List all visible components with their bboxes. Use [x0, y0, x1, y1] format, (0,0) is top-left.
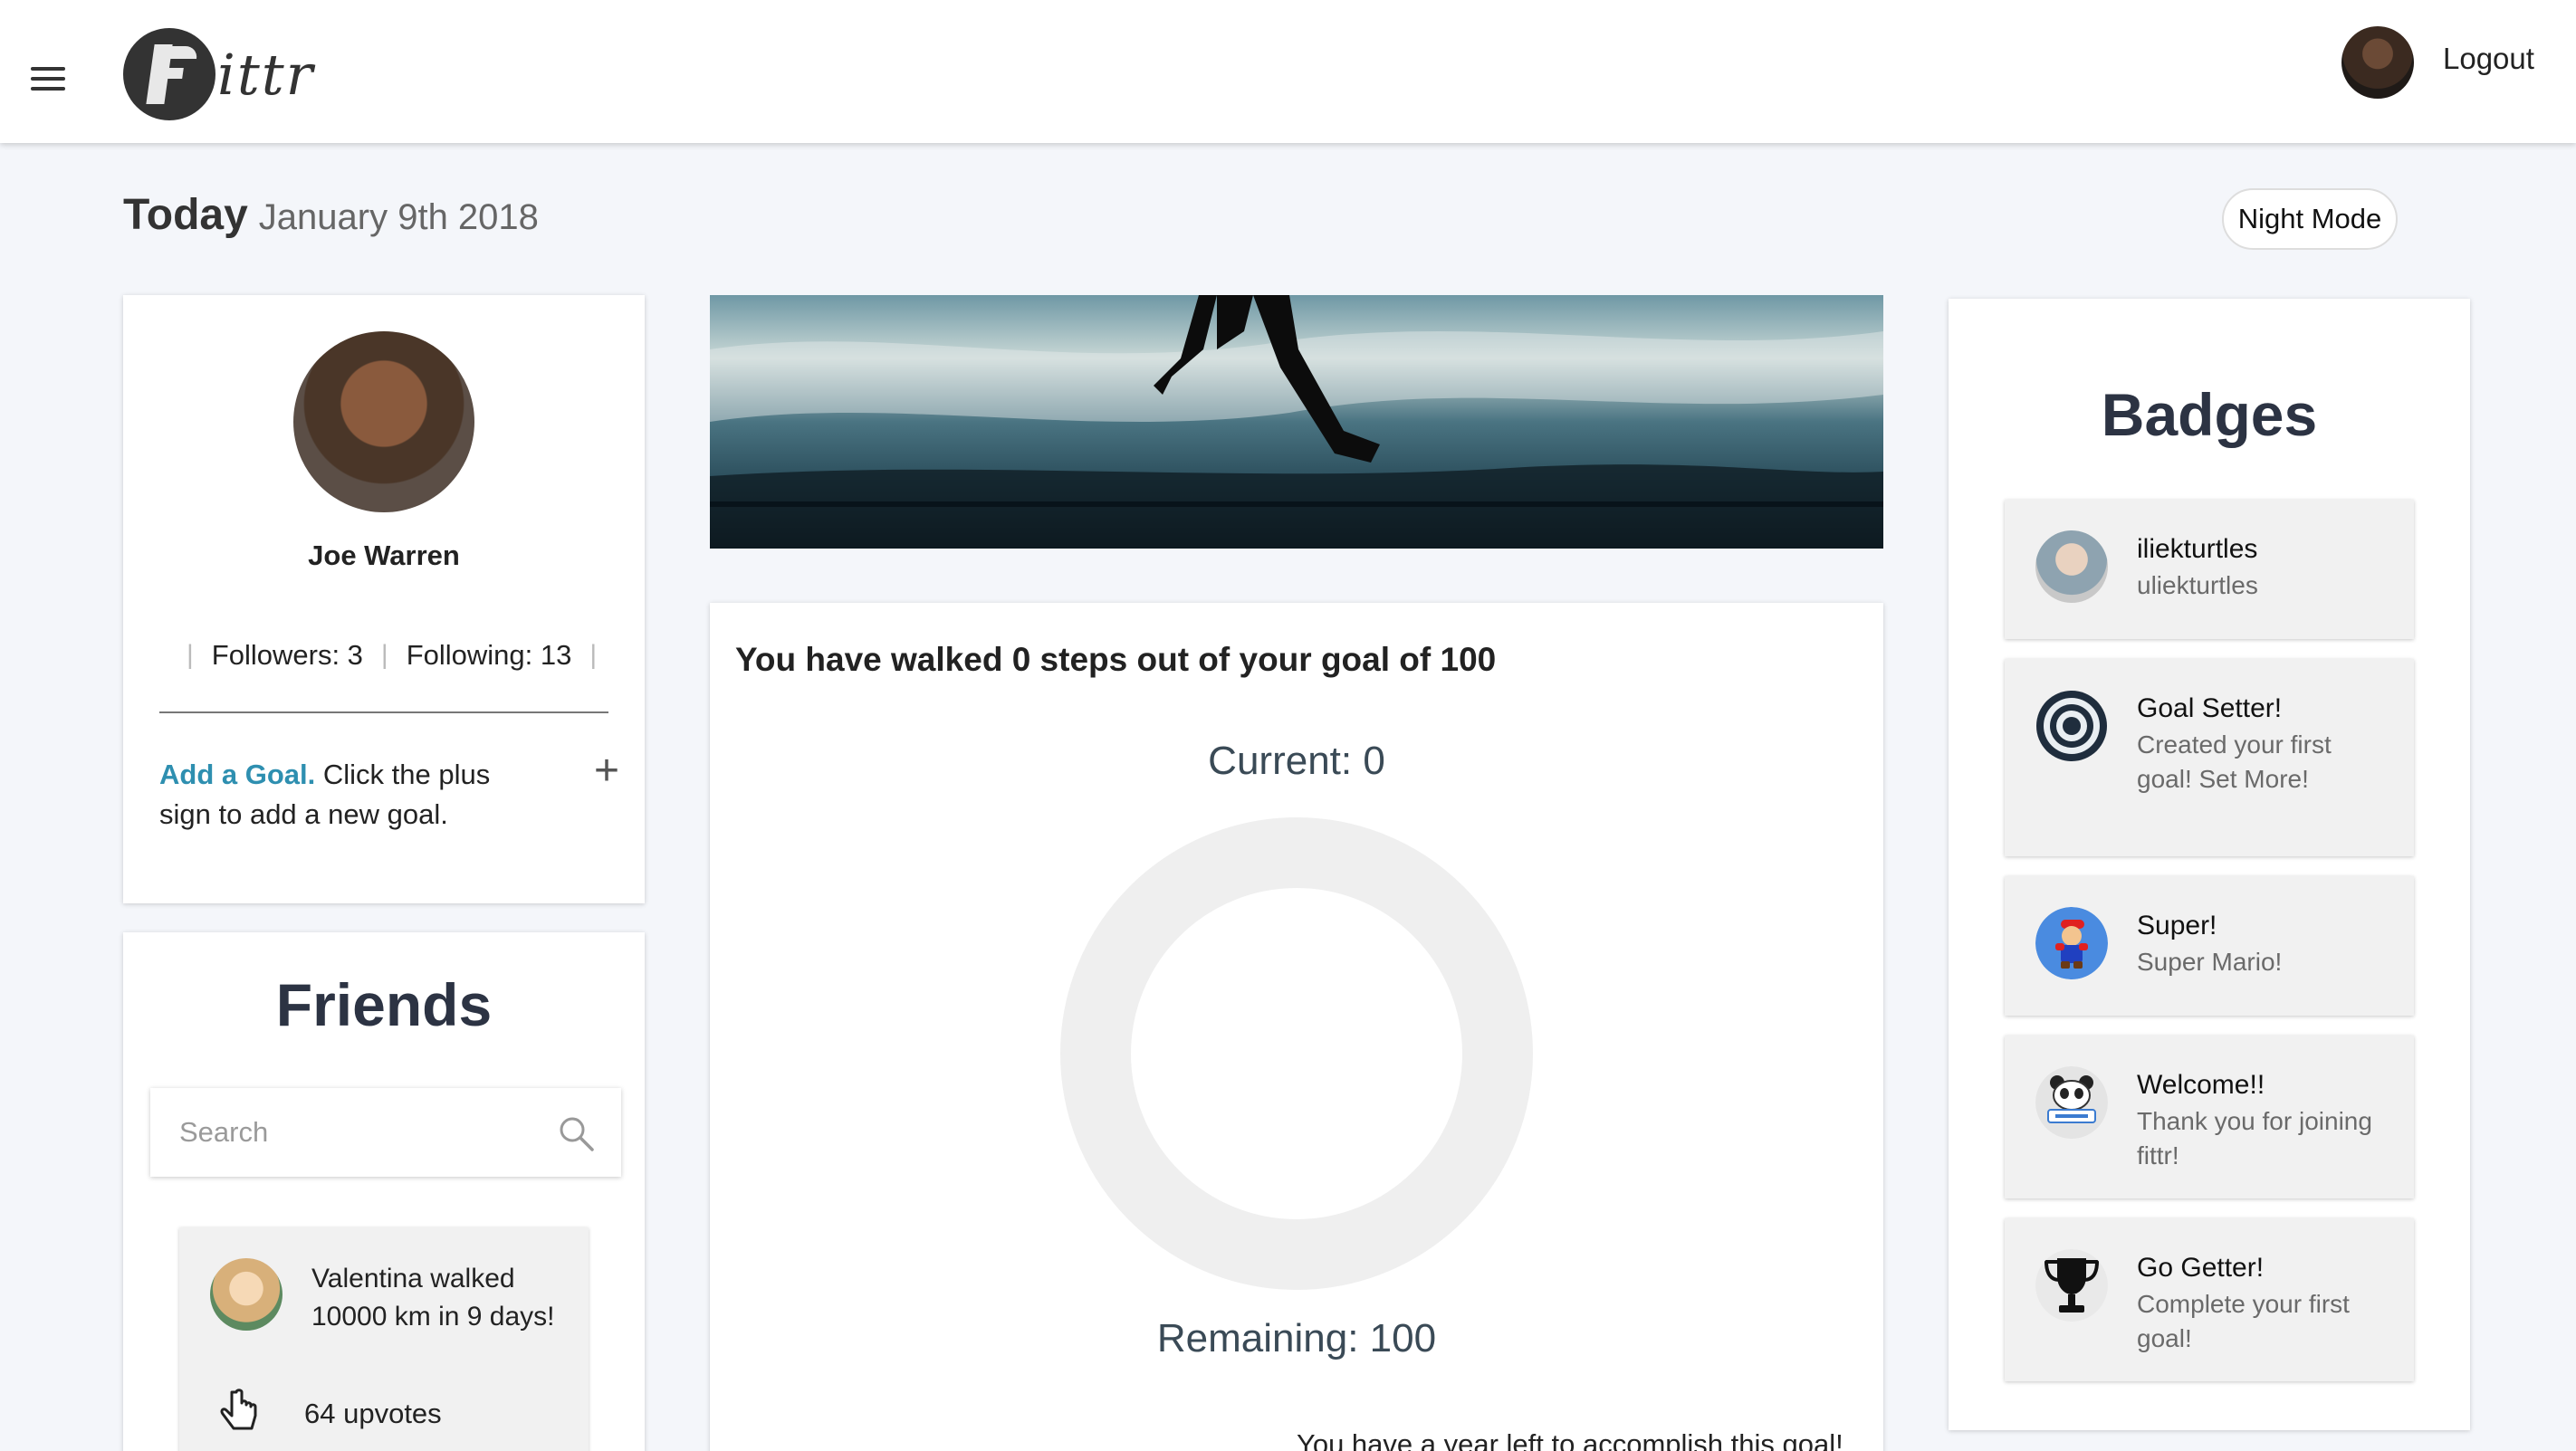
- panda-welcome-icon: [2035, 1066, 2108, 1139]
- donut-track: [1060, 817, 1533, 1290]
- badge-title: Super!: [2137, 911, 2217, 940]
- add-goal-link[interactable]: Add a Goal.: [159, 759, 315, 790]
- badges-card: Badges iliekturtles uliekturtles Goal Se…: [1949, 299, 2470, 1430]
- profile-avatar: [293, 331, 474, 512]
- logo-text: ittr: [217, 41, 315, 108]
- upvote-count: 64 upvotes: [304, 1398, 442, 1429]
- profile-name: Joe Warren: [308, 539, 460, 571]
- divider: [159, 711, 608, 713]
- runner-silhouette: [710, 295, 1883, 549]
- logo-f-icon: [123, 28, 215, 120]
- remaining-steps-label: Remaining: 100: [1156, 1316, 1437, 1360]
- friends-search-box: [150, 1088, 621, 1177]
- badge-title: Goal Setter!: [2137, 693, 2283, 723]
- friends-search-input[interactable]: [150, 1088, 549, 1177]
- badge-item[interactable]: iliekturtles uliekturtles: [2005, 500, 2414, 639]
- today-label: Today: [123, 191, 248, 239]
- friend-activity-text: Valentina walked 10000 km in 9 days!: [311, 1264, 555, 1332]
- night-mode-button[interactable]: Night Mode: [2222, 188, 2398, 250]
- profile-card: Joe Warren | Followers: 3 | Following: 1…: [123, 295, 645, 903]
- badge-title: Welcome!!: [2137, 1070, 2265, 1100]
- hamburger-menu-icon[interactable]: [31, 65, 67, 92]
- search-icon[interactable]: [556, 1113, 596, 1153]
- date-heading: Today January 9th 2018: [123, 190, 539, 240]
- time-left-text: You have a year left to accomplish this …: [1297, 1428, 1843, 1451]
- followers-count[interactable]: Followers: 3: [212, 639, 363, 672]
- badge-item[interactable]: Super! Super Mario!: [2005, 876, 2414, 1016]
- badge-description: Super Mario!: [2137, 948, 2283, 976]
- friend-avatar[interactable]: [210, 1258, 282, 1331]
- logout-button[interactable]: Logout: [2443, 42, 2534, 76]
- badge-description: uliekturtles: [2137, 571, 2258, 599]
- pointing-hand-upvote-icon[interactable]: [219, 1389, 263, 1436]
- badge-description: Thank you for joining fittr!: [2137, 1107, 2372, 1169]
- target-icon: [2036, 691, 2107, 761]
- progress-donut-chart: [1060, 817, 1533, 1290]
- badge-title: iliekturtles: [2137, 534, 2258, 564]
- add-goal-hint: Add a Goal. Click the plus sign to add a…: [159, 755, 540, 835]
- following-count[interactable]: Following: 13: [407, 639, 572, 672]
- steps-progress-card: You have walked 0 steps out of your goal…: [710, 603, 1883, 1451]
- badges-title: Badges: [2101, 381, 2318, 448]
- badge-title: Go Getter!: [2137, 1253, 2265, 1283]
- header-avatar[interactable]: [2341, 26, 2414, 99]
- follow-stats: | Followers: 3 | Following: 13 |: [187, 639, 598, 672]
- badge-description: Created your first goal! Set More!: [2137, 730, 2332, 793]
- friends-card: Friends Valentina walked 10000 km in 9 d…: [123, 932, 645, 1451]
- add-goal-plus-icon[interactable]: +: [594, 749, 619, 793]
- mario-icon: [2035, 907, 2108, 979]
- fittr-logo[interactable]: ittr: [123, 27, 314, 121]
- top-navbar: ittr Logout: [0, 0, 2576, 143]
- steps-summary: You have walked 0 steps out of your goal…: [735, 641, 1497, 678]
- badge-item[interactable]: Welcome!! Thank you for joining fittr!: [2005, 1036, 2414, 1198]
- friend-activity-item[interactable]: Valentina walked 10000 km in 9 days! 64 …: [179, 1227, 589, 1451]
- friends-title: Friends: [275, 971, 493, 1038]
- user-photo-icon: [2035, 530, 2108, 603]
- badge-description: Complete your first goal!: [2137, 1290, 2350, 1352]
- badge-item[interactable]: Goal Setter! Created your first goal! Se…: [2005, 659, 2414, 856]
- current-steps-label: Current: 0: [1208, 739, 1385, 783]
- badge-item[interactable]: Go Getter! Complete your first goal!: [2005, 1218, 2414, 1381]
- hero-runner-image: [710, 295, 1883, 549]
- trophy-icon: [2035, 1249, 2108, 1322]
- current-date: January 9th 2018: [258, 197, 539, 237]
